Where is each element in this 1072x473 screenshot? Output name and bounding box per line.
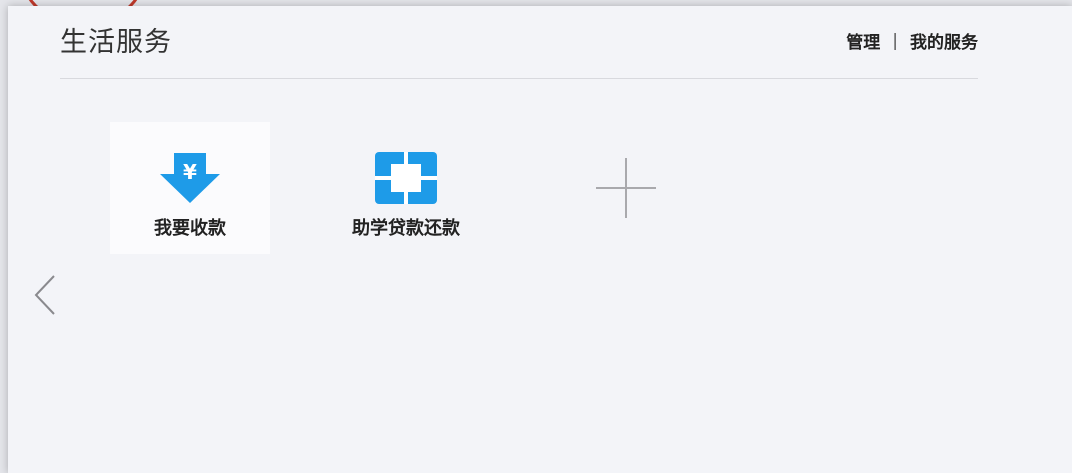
link-separator: | [892, 30, 898, 51]
my-services-link[interactable]: 我的服务 [910, 28, 978, 53]
add-service-button[interactable] [594, 156, 658, 220]
previous-page-button[interactable] [30, 272, 60, 318]
loan-repay-icon [373, 150, 439, 206]
manage-link[interactable]: 管理 [846, 28, 880, 53]
service-tile-receive-payment[interactable]: ¥ 我要收款 [110, 122, 270, 254]
chevron-left-icon [34, 275, 55, 315]
svg-text:¥: ¥ [183, 160, 197, 184]
header-links: 管理 | 我的服务 [846, 28, 978, 54]
service-label: 我要收款 [154, 218, 226, 239]
service-label: 助学贷款还款 [352, 218, 460, 239]
plus-icon [596, 158, 656, 218]
life-services-panel: 生活服务 管理 | 我的服务 ¥ 我要收款 助学贷款还款 [8, 6, 1072, 473]
panel-title: 生活服务 [60, 27, 172, 58]
header-divider [60, 78, 978, 79]
yen-download-icon: ¥ [157, 150, 223, 206]
service-tile-student-loan-repayment[interactable]: 助学贷款还款 [326, 122, 486, 254]
